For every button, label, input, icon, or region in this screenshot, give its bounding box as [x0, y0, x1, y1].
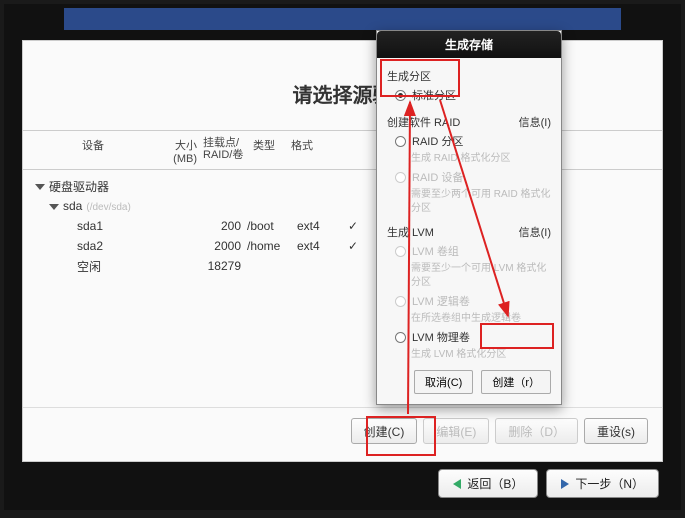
- table-row[interactable]: sda1 200 /boot ext4: [35, 216, 662, 236]
- radio-raid-partition[interactable]: RAID 分区: [387, 130, 551, 152]
- expand-icon[interactable]: [49, 204, 59, 210]
- col-type: 类型: [253, 137, 291, 165]
- page-title: 请选择源驱: [23, 79, 662, 108]
- section-partition: 生成分区: [387, 68, 551, 84]
- button-bar: 创建(C) 编辑(E) 删除（D） 重设(s): [23, 407, 662, 449]
- nav-bar: 返回（B） 下一步（N）: [438, 469, 659, 498]
- main-panel: 请选择源驱 设备 大小 (MB) 挂载点/ RAID/卷 类型 格式 硬盘驱动器…: [22, 40, 663, 462]
- hint-text: 在所选卷组中生成逻辑卷: [387, 312, 551, 326]
- radio-icon: [395, 332, 406, 343]
- create-storage-dialog: 生成存储 生成分区 标准分区 创建软件 RAID 信息(I) RAID 分区 生…: [376, 30, 562, 405]
- hint-text: 生成 RAID 格式化分区: [387, 152, 551, 166]
- expand-icon[interactable]: [35, 184, 45, 190]
- col-mount: 挂载点/ RAID/卷: [197, 137, 253, 165]
- dialog-create-button[interactable]: 创建（r）: [481, 370, 551, 394]
- radio-icon: [395, 136, 406, 147]
- radio-lvm-lv: LVM 逻辑卷: [387, 290, 551, 312]
- table-header: 设备 大小 (MB) 挂载点/ RAID/卷 类型 格式: [23, 131, 662, 170]
- hint-text: 生成 LVM 格式化分区: [387, 348, 551, 362]
- tree-disk[interactable]: sda(/dev/sda): [35, 196, 662, 216]
- dialog-title: 生成存储: [377, 31, 561, 58]
- hint-text: 需要至少一个可用 LVM 格式化分区: [387, 262, 551, 290]
- radio-icon: [395, 246, 406, 257]
- radio-lvm-pv[interactable]: LVM 物理卷: [387, 326, 551, 348]
- radio-icon: [395, 90, 406, 101]
- check-icon: [335, 239, 371, 253]
- arrow-left-icon: [453, 479, 461, 489]
- col-size: 大小 (MB): [153, 137, 197, 165]
- arrow-right-icon: [561, 479, 569, 489]
- reset-button[interactable]: 重设(s): [584, 418, 648, 444]
- tree-group[interactable]: 硬盘驱动器: [35, 176, 662, 196]
- check-icon: [335, 219, 371, 233]
- col-format: 格式: [291, 137, 327, 165]
- back-button[interactable]: 返回（B）: [438, 469, 538, 498]
- banner: [64, 8, 621, 30]
- radio-raid-device: RAID 设备: [387, 166, 551, 188]
- section-raid: 创建软件 RAID 信息(I): [387, 114, 551, 130]
- device-tree: 硬盘驱动器 sda(/dev/sda) sda1 200 /boot ext4 …: [23, 170, 662, 276]
- edit-button[interactable]: 编辑(E): [423, 418, 489, 444]
- info-link[interactable]: 信息(I): [519, 224, 551, 240]
- delete-button[interactable]: 删除（D）: [495, 418, 578, 444]
- info-link[interactable]: 信息(I): [519, 114, 551, 130]
- section-lvm: 生成 LVM 信息(I): [387, 224, 551, 240]
- dialog-cancel-button[interactable]: 取消(C): [414, 370, 473, 394]
- radio-standard-partition[interactable]: 标准分区: [387, 84, 551, 106]
- table-row[interactable]: sda2 2000 /home ext4: [35, 236, 662, 256]
- radio-icon: [395, 296, 406, 307]
- create-button[interactable]: 创建(C): [351, 418, 418, 444]
- hint-text: 需要至少两个可用 RAID 格式化分区: [387, 188, 551, 216]
- col-device: 设备: [33, 137, 153, 165]
- table-row[interactable]: 空闲 18279: [35, 256, 662, 276]
- next-button[interactable]: 下一步（N）: [546, 469, 659, 498]
- radio-lvm-vg: LVM 卷组: [387, 240, 551, 262]
- radio-icon: [395, 172, 406, 183]
